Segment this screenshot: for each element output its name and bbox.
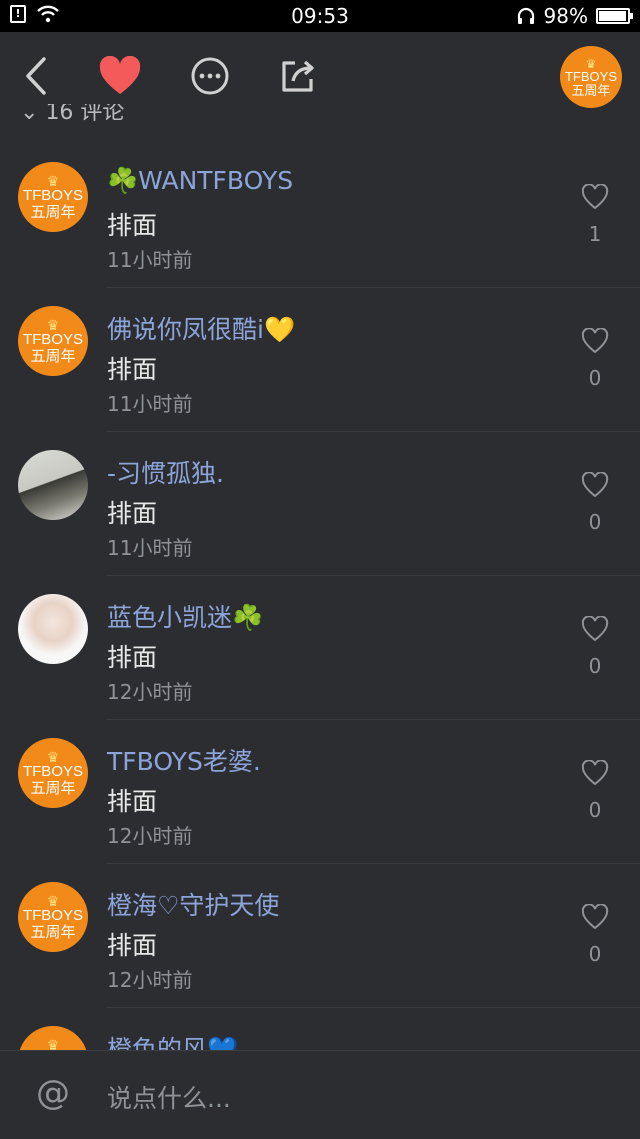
avatar[interactable] <box>18 594 88 664</box>
comment-input-bar: @ 说点什么... <box>0 1050 640 1139</box>
comment-text: 排面 <box>107 211 158 240</box>
comment-item: ♛ TFBOYS 五周年 佛说你凤很酷i💛 排面 11小时前 0 <box>0 288 640 432</box>
crown-icon: ♛ <box>585 56 597 71</box>
comment-time: 11小时前 <box>107 392 193 416</box>
like-count: 1 <box>588 222 602 246</box>
heart-outline-icon <box>581 615 609 642</box>
comment-username[interactable]: 蓝色小凯迷☘️ <box>107 598 263 634</box>
battery-icon <box>596 8 633 24</box>
heart-filled-icon <box>99 56 141 94</box>
crown-icon: ♛ <box>46 893 60 909</box>
comment-time: 12小时前 <box>107 968 193 992</box>
like-button[interactable] <box>96 52 144 100</box>
avatar[interactable]: ♛ TFBOYS 五周年 <box>18 738 88 808</box>
comment-text: 排面 <box>107 355 158 384</box>
comment-username[interactable]: 佛说你凤很酷i💛 <box>107 310 295 346</box>
comment-like-button[interactable]: 0 <box>580 471 610 534</box>
heart-outline-icon <box>581 183 609 210</box>
comment-like-button[interactable]: 1 <box>580 183 610 246</box>
comment-item: ♛ TFBOYS 五周年 橙海♡守护天使 排面 12小时前 0 <box>0 864 640 1008</box>
share-icon <box>282 60 314 92</box>
more-dots-icon <box>191 57 229 95</box>
mention-button[interactable]: @ <box>36 1073 70 1113</box>
like-count: 0 <box>588 510 602 534</box>
comment-text: 排面 <box>107 931 158 960</box>
comment-time: 12小时前 <box>107 824 193 848</box>
comment-time: 12小时前 <box>107 680 193 704</box>
comment-text: 排面 <box>107 787 158 816</box>
avatar[interactable]: ♛ TFBOYS 五周年 <box>18 162 88 232</box>
comment-count: ⌄ 16 评论 <box>20 104 125 124</box>
battery-percent: 98% <box>543 4 588 28</box>
comment-username[interactable]: 橙海♡守护天使 <box>107 886 279 922</box>
crown-icon: ♛ <box>46 317 60 333</box>
back-button[interactable] <box>12 52 60 100</box>
comment-item: ♛ TFBOYS 五周年 ☘️WANTFBOYS 排面 11小时前 1 <box>0 144 640 288</box>
more-button[interactable] <box>186 52 234 100</box>
comment-username[interactable]: ☘️WANTFBOYS <box>107 166 293 196</box>
crown-icon: ♛ <box>46 749 60 765</box>
share-button[interactable] <box>274 52 322 100</box>
comment-item: -习惯孤独. 排面 11小时前 0 <box>0 432 640 576</box>
comment-text: 排面 <box>107 499 158 528</box>
comment-like-button[interactable]: 0 <box>580 615 610 678</box>
headphones-icon <box>517 7 534 24</box>
header-avatar[interactable]: ♛ TFBOYS 五周年 <box>560 46 622 108</box>
comment-username[interactable]: TFBOYS老婆. <box>107 742 261 778</box>
like-count: 0 <box>588 798 602 822</box>
heart-outline-icon <box>581 903 609 930</box>
comment-like-button[interactable]: 0 <box>580 327 610 390</box>
comment-item: 蓝色小凯迷☘️ 排面 12小时前 0 <box>0 576 640 720</box>
comment-like-button[interactable]: 0 <box>580 903 610 966</box>
avatar[interactable]: ♛ TFBOYS 五周年 <box>18 882 88 952</box>
chevron-left-icon <box>26 57 46 95</box>
avatar[interactable] <box>18 450 88 520</box>
comment-item: ♛ TFBOYS 五周年 TFBOYS老婆. 排面 12小时前 0 <box>0 720 640 864</box>
heart-outline-icon <box>581 759 609 786</box>
like-count: 0 <box>588 366 602 390</box>
heart-outline-icon <box>581 327 609 354</box>
like-count: 0 <box>588 654 602 678</box>
crown-icon: ♛ <box>46 173 60 189</box>
heart-outline-icon <box>581 471 609 498</box>
avatar[interactable]: ♛ TFBOYS 五周年 <box>18 306 88 376</box>
comment-input[interactable]: 说点什么... <box>107 1079 231 1115</box>
status-bar: ! 09:53 98% <box>0 0 640 32</box>
comment-text: 排面 <box>107 643 158 672</box>
crown-icon: ♛ <box>46 1037 60 1050</box>
comment-like-button[interactable]: 0 <box>580 759 610 822</box>
comment-item: ♛ TFBOYS 五周年 橙色的风💙 <box>0 1008 640 1050</box>
like-count: 0 <box>588 942 602 966</box>
comment-time: 11小时前 <box>107 536 193 560</box>
comment-list: ♛ TFBOYS 五周年 ☘️WANTFBOYS 排面 11小时前 1 ♛ TF… <box>0 144 640 1050</box>
comment-username[interactable]: -习惯孤独. <box>107 454 224 490</box>
avatar[interactable]: ♛ TFBOYS 五周年 <box>18 1026 88 1050</box>
comment-username[interactable]: 橙色的风💙 <box>107 1030 238 1050</box>
comment-time: 11小时前 <box>107 248 193 272</box>
